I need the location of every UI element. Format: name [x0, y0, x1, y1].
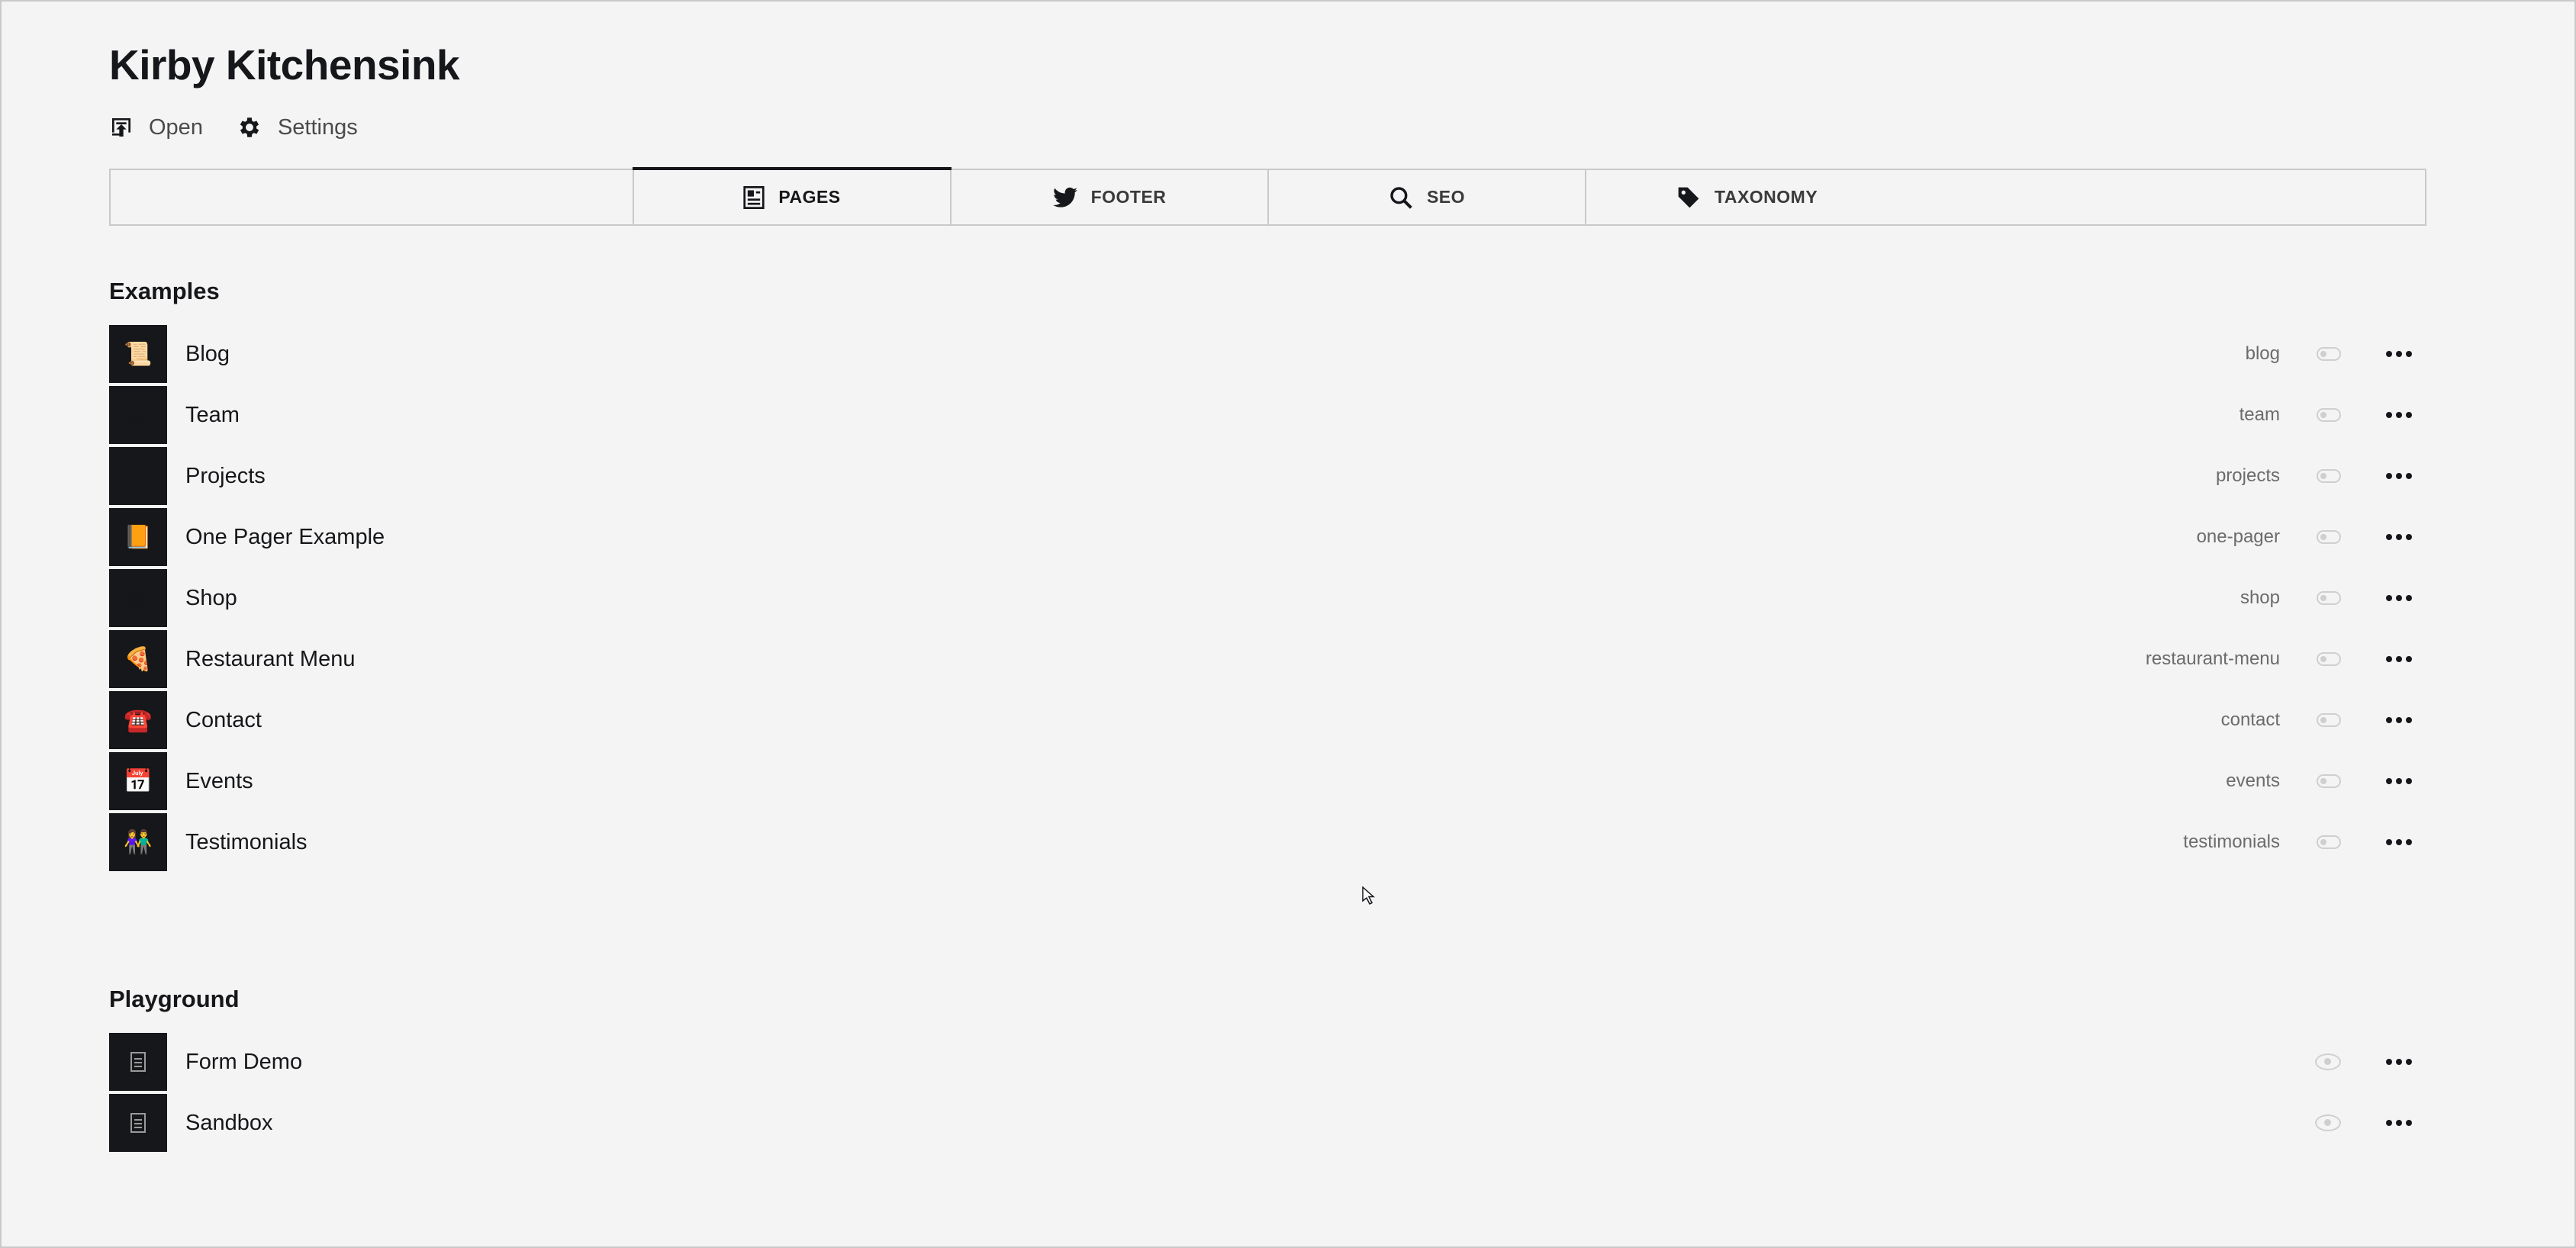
- document-icon: [130, 1052, 146, 1072]
- page-slug: projects: [2215, 465, 2280, 486]
- page-icon: [743, 185, 765, 209]
- list-item: Sandbox: [109, 1094, 2426, 1152]
- status-toggle[interactable]: [2317, 652, 2341, 666]
- open-label: Open: [149, 114, 203, 140]
- tab-taxonomy[interactable]: TAXONOMY: [1586, 170, 2425, 224]
- visibility-icon[interactable]: [2315, 1053, 2341, 1070]
- page-thumbnail: [109, 1094, 167, 1152]
- status-toggle[interactable]: [2317, 835, 2341, 849]
- list-item: 😺 Team team: [109, 386, 2426, 444]
- page-title-link[interactable]: Sandbox: [185, 1111, 2315, 1136]
- more-options-button[interactable]: [2382, 766, 2416, 796]
- tab-label: PAGES: [778, 187, 841, 207]
- status-toggle[interactable]: [2317, 774, 2341, 788]
- list-item: 🍕 Restaurant Menu restaurant-menu: [109, 630, 2426, 688]
- open-icon: [112, 118, 130, 137]
- more-options-button[interactable]: [2382, 1047, 2416, 1077]
- more-options-button[interactable]: [2382, 461, 2416, 491]
- more-options-button[interactable]: [2382, 644, 2416, 674]
- visibility-icon[interactable]: [2315, 1115, 2341, 1131]
- page-title-link[interactable]: Shop: [185, 586, 2240, 611]
- tab-pages[interactable]: PAGES: [633, 167, 952, 224]
- twitter-icon: [1052, 187, 1077, 207]
- status-toggle[interactable]: [2317, 530, 2341, 544]
- page-title-link[interactable]: Blog: [185, 342, 2246, 367]
- settings-label: Settings: [277, 114, 358, 140]
- page-thumbnail: 📅: [109, 752, 167, 810]
- page-title-link[interactable]: One Pager Example: [185, 525, 2197, 550]
- page-slug: blog: [2245, 343, 2280, 364]
- list-item: ☎️ Contact contact: [109, 691, 2426, 749]
- page-slug: restaurant-menu: [2145, 648, 2280, 669]
- page-slug: events: [2226, 770, 2280, 791]
- page-thumbnail: 🛍: [109, 569, 167, 627]
- gear-icon: [240, 117, 259, 137]
- tab-spacer: [111, 170, 634, 224]
- open-button[interactable]: Open: [109, 115, 203, 140]
- page-thumbnail: [109, 1033, 167, 1091]
- page-thumbnail: 📙: [109, 508, 167, 566]
- more-options-button[interactable]: [2382, 1108, 2416, 1138]
- document-icon: [130, 1113, 146, 1133]
- page-title: Kirby Kitchensink: [109, 41, 460, 88]
- examples-list: 📜 Blog blog 😺 Team team 🖼 Projects proje…: [109, 325, 2426, 874]
- search-icon: [1390, 186, 1412, 209]
- page-slug: one-pager: [2196, 526, 2280, 547]
- list-item: 🛍 Shop shop: [109, 569, 2426, 627]
- status-toggle[interactable]: [2317, 408, 2341, 422]
- page-thumbnail: ☎️: [109, 691, 167, 749]
- tab-seo[interactable]: SEO: [1269, 170, 1586, 224]
- page-slug: testimonials: [2183, 831, 2280, 852]
- page-title-link[interactable]: Contact: [185, 708, 2221, 733]
- page-title-link[interactable]: Team: [185, 403, 2240, 428]
- tab-label: TAXONOMY: [1715, 187, 1818, 207]
- page-thumbnail: 👫: [109, 813, 167, 871]
- status-toggle[interactable]: [2317, 347, 2341, 361]
- page-thumbnail: 🖼: [109, 447, 167, 505]
- more-options-button[interactable]: [2382, 705, 2416, 735]
- mouse-cursor-icon: [1362, 886, 1375, 905]
- tab-label: SEO: [1426, 187, 1466, 207]
- tab-taxonomy-content: TAXONOMY: [1676, 185, 1818, 210]
- more-options-button[interactable]: [2382, 339, 2416, 369]
- more-options-button[interactable]: [2382, 827, 2416, 857]
- page-title-link[interactable]: Projects: [185, 464, 2216, 489]
- list-item: 📜 Blog blog: [109, 325, 2426, 383]
- list-item: 📙 One Pager Example one-pager: [109, 508, 2426, 566]
- tab-bar: PAGES FOOTER SEO TAXONOMY: [109, 167, 2426, 226]
- section-title-playground: Playground: [109, 986, 240, 1012]
- page-slug: shop: [2240, 587, 2280, 608]
- more-options-button[interactable]: [2382, 583, 2416, 613]
- tab-label: FOOTER: [1090, 187, 1167, 207]
- page-slug: team: [2239, 404, 2280, 425]
- page-title-link[interactable]: Restaurant Menu: [185, 647, 2146, 672]
- page-title-link[interactable]: Form Demo: [185, 1050, 2315, 1075]
- status-toggle[interactable]: [2317, 591, 2341, 605]
- page-title-link[interactable]: Events: [185, 769, 2226, 794]
- page-title-link[interactable]: Testimonials: [185, 830, 2183, 855]
- settings-button[interactable]: Settings: [237, 114, 358, 140]
- list-item: 📅 Events events: [109, 752, 2426, 810]
- more-options-button[interactable]: [2382, 522, 2416, 552]
- section-title-examples: Examples: [109, 278, 220, 304]
- list-item: Form Demo: [109, 1033, 2426, 1091]
- page-thumbnail: 😺: [109, 386, 167, 444]
- list-item: 🖼 Projects projects: [109, 447, 2426, 505]
- status-toggle[interactable]: [2317, 713, 2341, 727]
- playground-list: Form Demo Sandbox: [109, 1033, 2426, 1155]
- tab-footer[interactable]: FOOTER: [952, 170, 1269, 224]
- page-thumbnail: 🍕: [109, 630, 167, 688]
- list-item: 👫 Testimonials testimonials: [109, 813, 2426, 871]
- status-toggle[interactable]: [2317, 469, 2341, 483]
- page-thumbnail: 📜: [109, 325, 167, 383]
- header-options: Open Settings: [109, 114, 358, 140]
- more-options-button[interactable]: [2382, 400, 2416, 430]
- page-slug: contact: [2220, 709, 2280, 730]
- tag-icon: [1678, 187, 1699, 207]
